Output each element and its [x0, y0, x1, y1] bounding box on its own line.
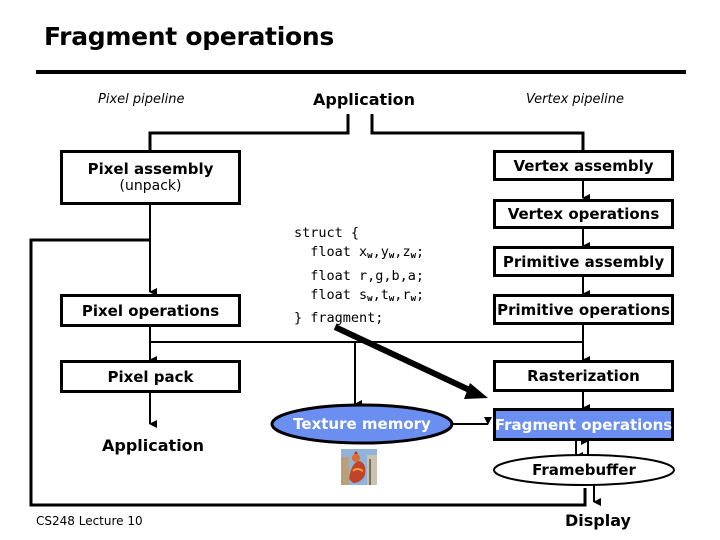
code-line-4: float sw,tw,rw; [294, 286, 425, 304]
pixel-pack-box: Pixel pack [60, 360, 241, 393]
vertex-operations-box: Vertex operations [493, 199, 674, 229]
pixel-assembly-label: Pixel assembly [87, 160, 214, 178]
app-to-vertex-line [370, 114, 585, 150]
framebuffer-label: Framebuffer [532, 461, 636, 479]
pixel-assembly-sublabel: (unpack) [119, 178, 182, 194]
code-line-1: struct { [294, 225, 360, 241]
fragment-struct-arrowhead [464, 383, 488, 399]
primitive-operations-label: Primitive operations [497, 300, 670, 319]
vertex-assembly-box: Vertex assembly [493, 150, 674, 181]
fragment-struct-code: struct { float xw,yw,zw; float r,g,b,a; … [294, 224, 424, 328]
application-destination-label: Application [102, 436, 205, 455]
code-line-2: float xw,yw,zw; [294, 244, 425, 262]
display-label: Display [565, 511, 631, 530]
application-source-label: Application [313, 90, 416, 109]
rasterization-label: Rasterization [527, 367, 640, 385]
footer-lecture-label: CS248 Lecture 10 [36, 514, 143, 528]
pixel-operations-label: Pixel operations [81, 301, 220, 320]
rasterization-box: Rasterization [493, 360, 674, 392]
pixel-pipeline-header: Pixel pipeline [98, 92, 185, 107]
texture-memory-label: Texture memory [293, 415, 431, 433]
vertex-assembly-label: Vertex assembly [513, 156, 654, 175]
primitive-operations-box: Primitive operations [493, 294, 674, 325]
vertex-pipeline-header: Vertex pipeline [526, 92, 624, 107]
primitive-assembly-box: Primitive assembly [493, 246, 674, 277]
pixel-operations-box: Pixel operations [60, 294, 241, 327]
texture-image [341, 449, 377, 485]
code-line-3: float r,g,b,a; [294, 267, 425, 284]
pixel-assembly-box: Pixel assembly (unpack) [60, 150, 241, 205]
pixel-pack-label: Pixel pack [107, 367, 194, 386]
code-line-5: } fragment; [294, 310, 384, 327]
fragment-operations-box: Fragment operations [493, 408, 674, 441]
rooster-image-icon [341, 449, 377, 485]
app-to-pixel-line [148, 114, 350, 150]
primitive-assembly-label: Primitive assembly [502, 252, 665, 271]
fragment-struct-arrow [333, 324, 480, 397]
vertex-operations-label: Vertex operations [507, 205, 660, 223]
fragment-operations-label: Fragment operations [494, 415, 673, 434]
